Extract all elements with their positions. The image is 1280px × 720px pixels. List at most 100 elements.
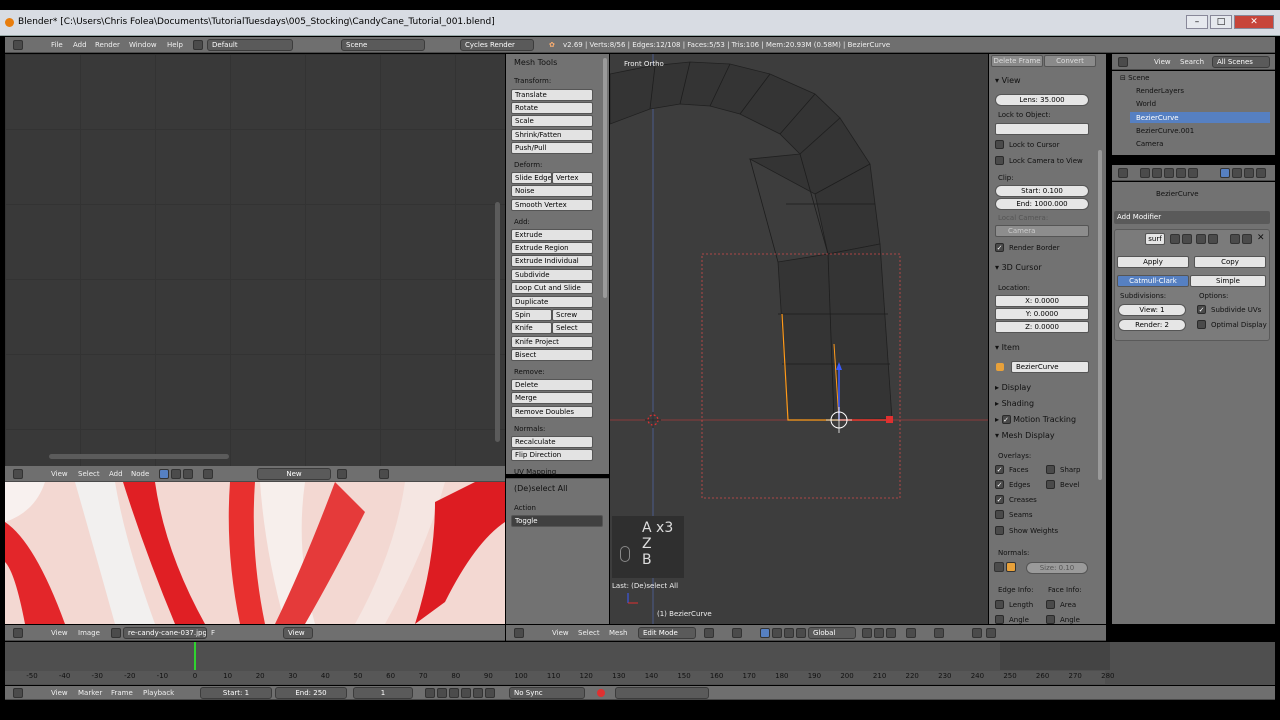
editor-type-icon[interactable] [1118, 168, 1128, 178]
layout-selector[interactable]: Default [207, 39, 293, 51]
jump-start-icon[interactable] [425, 688, 435, 698]
editor-type-icon[interactable] [13, 40, 23, 50]
pivot-icon[interactable] [732, 628, 742, 638]
push-pull-button[interactable]: Push/Pull [511, 142, 593, 154]
new-material-button[interactable]: New [257, 468, 331, 480]
translate-manipulator-icon[interactable] [772, 628, 782, 638]
menu-frame[interactable]: Frame [111, 687, 133, 699]
outliner-row-beziercurve-001[interactable]: BezierCurve.001 [1136, 127, 1194, 135]
knife-button[interactable]: Knife [511, 322, 552, 334]
layout-icon[interactable] [193, 40, 203, 50]
edge-angle-checkbox[interactable] [995, 615, 1004, 624]
outliner-row-world[interactable]: World [1136, 100, 1156, 108]
scene-selector[interactable]: Scene [341, 39, 425, 51]
faces-checkbox[interactable]: ✓ [995, 465, 1004, 474]
shading-heading[interactable]: ▸ Shading [995, 399, 1034, 408]
menu-playback[interactable]: Playback [143, 687, 174, 699]
lens-field[interactable]: Lens: 35.000 [995, 94, 1089, 106]
remove-modifier-icon[interactable]: ✕ [1257, 233, 1265, 243]
image-name-field[interactable]: re-candy-cane-037.jpg [123, 627, 207, 639]
menu-select[interactable]: Select [578, 627, 600, 639]
compositor-node-icon[interactable] [183, 469, 193, 479]
cage-toggle-icon[interactable] [1208, 234, 1218, 244]
menu-view[interactable]: View [51, 627, 68, 639]
editor-type-icon[interactable] [514, 628, 524, 638]
duplicate-button[interactable]: Duplicate [511, 296, 593, 308]
display-heading[interactable]: ▸ Display [995, 383, 1031, 392]
menu-render[interactable]: Render [95, 39, 120, 51]
move-down-icon[interactable] [1242, 234, 1252, 244]
mesh-tools-heading[interactable]: Mesh Tools [514, 58, 557, 67]
cursor-x-field[interactable]: X: 0.0000 [995, 295, 1089, 307]
keying-set-field[interactable] [615, 687, 709, 699]
constraints-tab-icon[interactable] [1188, 168, 1198, 178]
mode-selector[interactable]: Edit Mode [638, 627, 696, 639]
menu-image[interactable]: Image [78, 627, 100, 639]
subdiv-view-field[interactable]: View: 1 [1118, 304, 1186, 316]
flip-direction-button[interactable]: Flip Direction [511, 449, 593, 461]
delete-frame-button[interactable]: Delete Frame [991, 55, 1043, 67]
render-engine-selector[interactable]: Cycles Render [460, 39, 534, 51]
clip-start-field[interactable]: Start: 0.100 [995, 185, 1089, 197]
view-mode-selector[interactable]: View [283, 627, 313, 639]
spin-button[interactable]: Spin [511, 309, 552, 321]
vertex-slide-button[interactable]: Vertex [552, 172, 593, 184]
editor-type-icon[interactable] [1118, 57, 1128, 67]
shading-icon[interactable] [704, 628, 714, 638]
render-preview-icon[interactable] [986, 628, 996, 638]
proportional-edit-icon[interactable] [906, 628, 916, 638]
knife-project-button[interactable]: Knife Project [511, 336, 593, 348]
render-border-checkbox[interactable]: ✓ [995, 243, 1004, 252]
operator-title[interactable]: (De)select All [514, 484, 568, 493]
bisect-button[interactable]: Bisect [511, 349, 593, 361]
add-modifier-button[interactable]: Add Modifier [1114, 211, 1270, 224]
scale-manipulator-icon[interactable] [796, 628, 806, 638]
material-tab-icon[interactable] [1244, 168, 1254, 178]
viewport-toggle-icon[interactable] [1182, 234, 1192, 244]
image-browse-icon[interactable] [111, 628, 121, 638]
knife-select-button[interactable]: Select [552, 322, 593, 334]
show-weights-checkbox[interactable] [995, 526, 1004, 535]
menu-window[interactable]: Window [129, 39, 157, 51]
snap-icon[interactable] [934, 628, 944, 638]
loop-cut-button[interactable]: Loop Cut and Slide [511, 282, 593, 294]
play-icon[interactable] [461, 688, 471, 698]
world-tab-icon[interactable] [1164, 168, 1174, 178]
seams-checkbox[interactable] [995, 510, 1004, 519]
simple-option[interactable]: Simple [1190, 275, 1266, 287]
screw-button[interactable]: Screw [552, 309, 593, 321]
apply-button[interactable]: Apply [1117, 256, 1189, 268]
texture-node-icon[interactable] [171, 469, 181, 479]
subdiv-render-field[interactable]: Render: 2 [1118, 319, 1186, 331]
cursor-z-field[interactable]: Z: 0.0000 [995, 321, 1089, 333]
jump-end-icon[interactable] [485, 688, 495, 698]
subdivide-button[interactable]: Subdivide [511, 269, 593, 281]
n-panel-scrollbar[interactable] [1098, 150, 1102, 480]
node-editor-area[interactable] [5, 54, 505, 466]
view-panel-heading[interactable]: ▾ View [995, 76, 1021, 85]
play-reverse-icon[interactable] [449, 688, 459, 698]
item-heading[interactable]: ▾ Item [995, 343, 1020, 352]
tool-shelf-scrollbar[interactable] [603, 58, 607, 298]
current-frame-field[interactable]: 1 [353, 687, 413, 699]
menu-search[interactable]: Search [1180, 56, 1204, 68]
delete-button[interactable]: Delete [511, 379, 593, 391]
face-select-icon[interactable] [886, 628, 896, 638]
smooth-vertex-button[interactable]: Smooth Vertex [511, 199, 593, 211]
menu-mesh[interactable]: Mesh [609, 627, 627, 639]
current-frame-indicator[interactable] [194, 642, 196, 670]
extrude-individual-button[interactable]: Extrude Individual [511, 255, 593, 267]
menu-add[interactable]: Add [73, 39, 87, 51]
render-tab-icon[interactable] [1140, 168, 1150, 178]
rotate-button[interactable]: Rotate [511, 102, 593, 114]
creases-checkbox[interactable]: ✓ [995, 495, 1004, 504]
menu-view[interactable]: View [552, 627, 569, 639]
outliner-row-beziercurve[interactable]: BezierCurve [1136, 114, 1179, 122]
lock-camera-checkbox[interactable] [995, 156, 1004, 165]
menu-file[interactable]: File [51, 39, 63, 51]
face-normal-icon[interactable] [1006, 562, 1016, 572]
outliner-row-camera[interactable]: Camera [1136, 140, 1163, 148]
render-toggle-icon[interactable] [1170, 234, 1180, 244]
mesh-display-heading[interactable]: ▾ Mesh Display [995, 431, 1055, 440]
recalculate-button[interactable]: Recalculate [511, 436, 593, 448]
